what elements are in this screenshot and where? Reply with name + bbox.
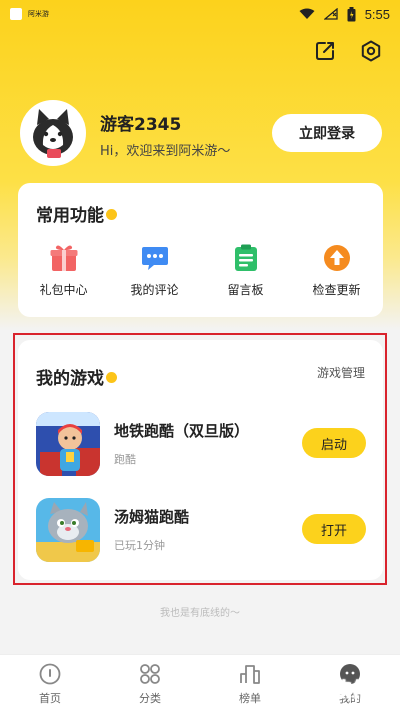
- home-icon: [39, 663, 61, 685]
- avatar[interactable]: [20, 100, 86, 166]
- check-update-button[interactable]: 检查更新: [291, 243, 382, 298]
- battery-icon: [347, 6, 356, 21]
- my-games-card: 我的游戏 游戏管理 地铁跑酷（双旦版） 跑酷 启动 汤姆猫跑酷 已玩1分钟 打开: [18, 340, 383, 580]
- game-management-link[interactable]: 游戏管理: [317, 364, 365, 381]
- husky-avatar-icon: [23, 103, 83, 163]
- watermark: 谷普软件园: [291, 675, 392, 702]
- tab-home[interactable]: 首页: [0, 655, 100, 711]
- game-title: 汤姆猫跑酷: [114, 508, 190, 526]
- ranking-icon: [240, 665, 260, 684]
- tab-category[interactable]: 分类: [100, 655, 200, 711]
- game-subtitle: 跑酷: [114, 453, 136, 466]
- no-signal-icon: [323, 8, 338, 20]
- message-board-label: 留言板: [227, 283, 264, 297]
- category-icon: [140, 664, 160, 684]
- game-subtitle: 已玩1分钟: [114, 539, 165, 552]
- status-bar: 阿米游 5:55: [0, 0, 400, 28]
- message-board-icon: [234, 244, 257, 271]
- update-icon: [323, 245, 350, 271]
- title-dot-icon: [106, 372, 117, 383]
- game-title: 地铁跑酷（双旦版）: [114, 422, 250, 440]
- tab-home-label: 首页: [39, 692, 61, 705]
- my-games-title: 我的游戏: [36, 364, 117, 389]
- wifi-icon: [299, 8, 315, 19]
- game-row[interactable]: 汤姆猫跑酷 已玩1分钟 打开: [36, 498, 366, 564]
- end-of-list-text: 我也是有底线的～: [160, 608, 240, 619]
- message-board-button[interactable]: 留言板: [200, 243, 291, 298]
- watermark-text: 谷普软件园: [291, 679, 392, 702]
- my-comments-button[interactable]: 我的评论: [109, 243, 200, 298]
- tab-ranking[interactable]: 榜单: [200, 655, 300, 711]
- status-time: 5:55: [364, 6, 390, 22]
- login-button[interactable]: 立即登录: [272, 114, 382, 152]
- status-app-name: 阿米游: [28, 10, 49, 18]
- tab-category-label: 分类: [139, 692, 161, 705]
- gift-icon: [50, 245, 77, 271]
- welcome-text: Hi，欢迎来到阿米游～: [100, 144, 231, 159]
- app-notification-icon: [10, 8, 22, 20]
- username: 游客2345: [100, 115, 182, 135]
- tom-runner-icon: [36, 498, 100, 562]
- subway-surfers-icon: [36, 412, 100, 476]
- launch-game-button[interactable]: 启动: [302, 428, 366, 458]
- gift-center-label: 礼包中心: [39, 283, 88, 297]
- check-update-label: 检查更新: [312, 283, 361, 297]
- common-functions-title: 常用功能: [36, 201, 117, 226]
- gift-center-button[interactable]: 礼包中心: [18, 243, 109, 298]
- common-functions-card: 常用功能 礼包中心 我的评论 留言板 检查更新: [18, 183, 383, 317]
- tab-ranking-label: 榜单: [239, 692, 261, 705]
- title-dot-icon: [106, 209, 117, 220]
- comment-icon: [141, 247, 168, 270]
- my-comments-label: 我的评论: [130, 283, 179, 297]
- share-icon[interactable]: [314, 40, 336, 62]
- open-game-button[interactable]: 打开: [302, 514, 366, 544]
- game-row[interactable]: 地铁跑酷（双旦版） 跑酷 启动: [36, 412, 366, 478]
- settings-icon[interactable]: [360, 40, 382, 62]
